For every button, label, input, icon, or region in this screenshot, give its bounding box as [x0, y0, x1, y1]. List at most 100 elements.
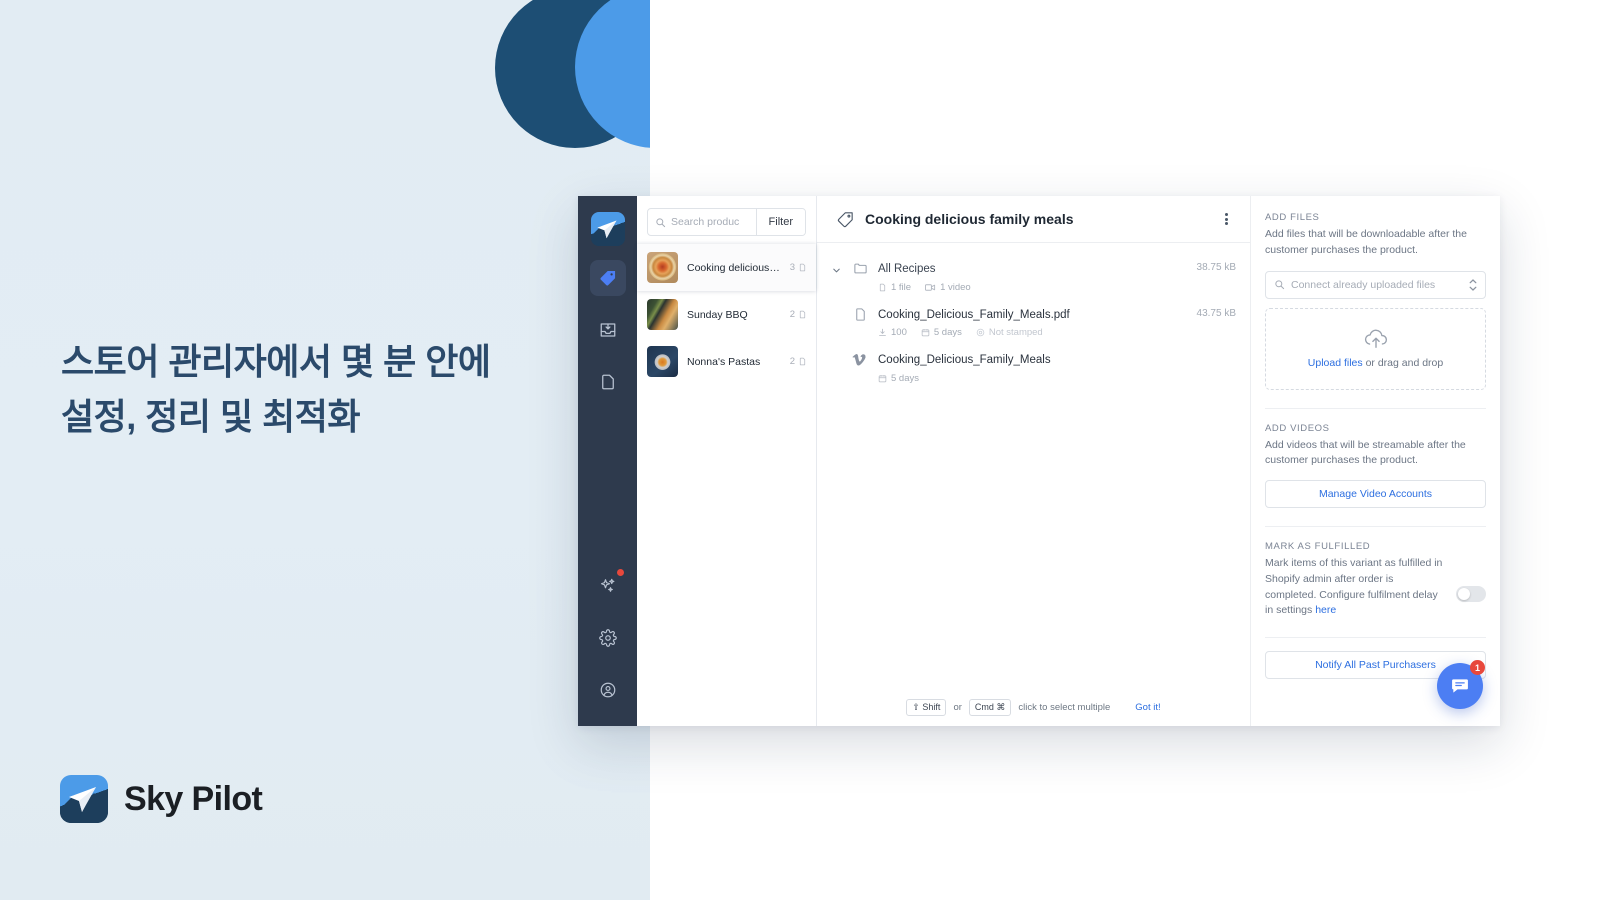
add-files-description: Add files that will be downloadable afte… [1265, 228, 1467, 256]
kebab-menu-icon[interactable] [1216, 208, 1236, 230]
document-icon [601, 374, 614, 390]
manage-video-accounts-button[interactable]: Manage Video Accounts [1265, 480, 1486, 508]
add-videos-section: ADD VIDEOS Add videos that will be strea… [1265, 422, 1486, 508]
details-panel: ADD FILES Add files that will be downloa… [1250, 196, 1500, 726]
folder-meta: 1 file 1 video [878, 282, 1189, 293]
meta-text: 100 [891, 327, 907, 339]
inbox-download-icon [600, 323, 615, 337]
product-count-value: 2 [789, 309, 795, 320]
list-item[interactable]: Cooking delicious f... 3 [637, 244, 816, 291]
upload-files-link[interactable]: Upload files [1308, 357, 1363, 369]
file-name: Cooking_Delicious_Family_Meals.pdf [878, 308, 1070, 321]
folder-icon [850, 259, 870, 276]
calendar-icon [878, 374, 887, 382]
hint-conjunction: or [953, 702, 962, 713]
product-file-count: 2 [790, 309, 807, 320]
meta-text: 1 video [940, 281, 971, 293]
toggle-knob [1458, 588, 1470, 600]
tag-icon [600, 270, 615, 286]
sidebar-item-logo[interactable] [590, 212, 625, 246]
vimeo-glyph [852, 354, 866, 366]
tree-row-folder[interactable]: All Recipes 1 file 1 video 38.75 kB [831, 253, 1236, 299]
sidebar-item-imports[interactable] [590, 312, 626, 348]
folder-name: All Recipes [878, 263, 936, 275]
download-icon [879, 328, 886, 336]
meta-text: 1 file [891, 281, 912, 293]
video-meta: 5 days [878, 373, 1228, 384]
filter-button[interactable]: Filter [755, 209, 805, 235]
connect-files-placeholder: Connect already uploaded files [1291, 278, 1436, 291]
sidebar-item-pages[interactable] [590, 364, 626, 400]
divider [1265, 526, 1486, 527]
file-icon [850, 305, 870, 322]
file-meta: 100 5 days Not stamped [878, 327, 1189, 338]
add-videos-label: ADD VIDEOS [1265, 422, 1330, 434]
video-name: Cooking_Delicious_Family_Meals [878, 354, 1051, 367]
meta-stamp-status: Not stamped [976, 327, 1043, 338]
meta-text: Not stamped [988, 327, 1043, 339]
chevron-down-icon[interactable] [831, 259, 842, 281]
chat-unread-badge: 1 [1470, 660, 1485, 675]
vimeo-icon [850, 350, 870, 367]
gear-icon [598, 629, 617, 647]
mark-fulfilled-text: Mark items of this variant as fulfilled … [1265, 557, 1443, 617]
selection-hint-bar: ⇧ Shift or Cmd ⌘ click to select multipl… [817, 699, 1250, 716]
search-input-placeholder: Search produc [671, 216, 740, 228]
meta-expiry: 5 days [878, 373, 919, 384]
connect-files-input[interactable]: Connect already uploaded files [1265, 270, 1486, 299]
file-size: 38.75 kB [1196, 262, 1236, 273]
app-window: Search produc Filter Cooking delicious f… [578, 196, 1500, 726]
file-dropzone[interactable]: Upload files or drag and drop [1265, 307, 1486, 390]
meta-file-count: 1 file [878, 282, 911, 293]
file-tree: All Recipes 1 file 1 video 38.75 kB Cook… [817, 243, 1250, 726]
product-count-value: 2 [789, 356, 795, 367]
add-videos-description: Add videos that will be streamable after… [1265, 438, 1466, 467]
product-thumbnail [647, 346, 678, 377]
chat-bubble-button[interactable]: 1 [1437, 660, 1485, 709]
file-icon [799, 263, 806, 272]
cloud-upload-icon [1364, 329, 1387, 348]
search-filter-row: Search produc Filter [647, 208, 806, 236]
add-files-label: ADD FILES [1265, 212, 1320, 223]
sidebar-item-account[interactable] [590, 672, 626, 708]
mark-fulfilled-label: MARK AS FULFILLED [1265, 541, 1371, 552]
stepper-icon[interactable] [1469, 278, 1477, 291]
sidebar-item-products[interactable] [589, 260, 626, 296]
got-it-button[interactable]: Got it! [1135, 702, 1160, 713]
product-list: Cooking delicious f... 3 Sunday BBQ 2 No… [637, 240, 816, 385]
key-cmd: Cmd ⌘ [968, 699, 1012, 716]
search-icon [656, 217, 666, 227]
file-icon [799, 310, 806, 319]
dropzone-label: Upload files or drag and drop [1308, 357, 1443, 369]
dropzone-rest: or drag and drop [1362, 357, 1444, 369]
video-icon [925, 283, 936, 291]
tree-body: Cooking_Delicious_Family_Meals 5 days [878, 350, 1228, 384]
product-file-count: 2 [790, 356, 807, 367]
tree-row-video[interactable]: Cooking_Delicious_Family_Meals 5 days [831, 344, 1236, 390]
hint-text: click to select multiple [1018, 702, 1111, 713]
page-title: Cooking delicious family meals [865, 211, 1074, 227]
product-count-value: 3 [789, 262, 795, 273]
brand-name: Sky Pilot [124, 779, 263, 818]
sidebar-item-settings[interactable] [590, 620, 626, 656]
search-icon [1275, 280, 1285, 290]
key-shift: ⇧ Shift [906, 699, 947, 716]
list-item[interactable]: Nonna's Pastas 2 [637, 338, 816, 385]
product-thumbnail [647, 299, 678, 330]
notification-badge [615, 568, 625, 577]
search-input[interactable]: Search produc [648, 209, 756, 235]
mark-fulfilled-section: MARK AS FULFILLED Mark items of this var… [1265, 541, 1486, 619]
settings-link[interactable]: here [1315, 604, 1336, 616]
sidebar-item-magic[interactable] [590, 568, 626, 604]
page-headline: 스토어 관리자에서 몇 분 안에 설정, 정리 및 최적화 [61, 341, 491, 437]
product-thumbnail [647, 252, 678, 283]
divider [1265, 407, 1486, 409]
meta-video-count: 1 video [925, 282, 971, 293]
mark-fulfilled-toggle[interactable] [1456, 586, 1486, 602]
tree-row-file[interactable]: Cooking_Delicious_Family_Meals.pdf 100 5… [831, 299, 1236, 345]
file-icon [879, 283, 886, 291]
sky-pilot-logo-icon [60, 775, 108, 823]
product-name: Nonna's Pastas [687, 355, 761, 368]
product-list-panel: Search produc Filter Cooking delicious f… [637, 196, 817, 726]
list-item[interactable]: Sunday BBQ 2 [637, 291, 816, 338]
